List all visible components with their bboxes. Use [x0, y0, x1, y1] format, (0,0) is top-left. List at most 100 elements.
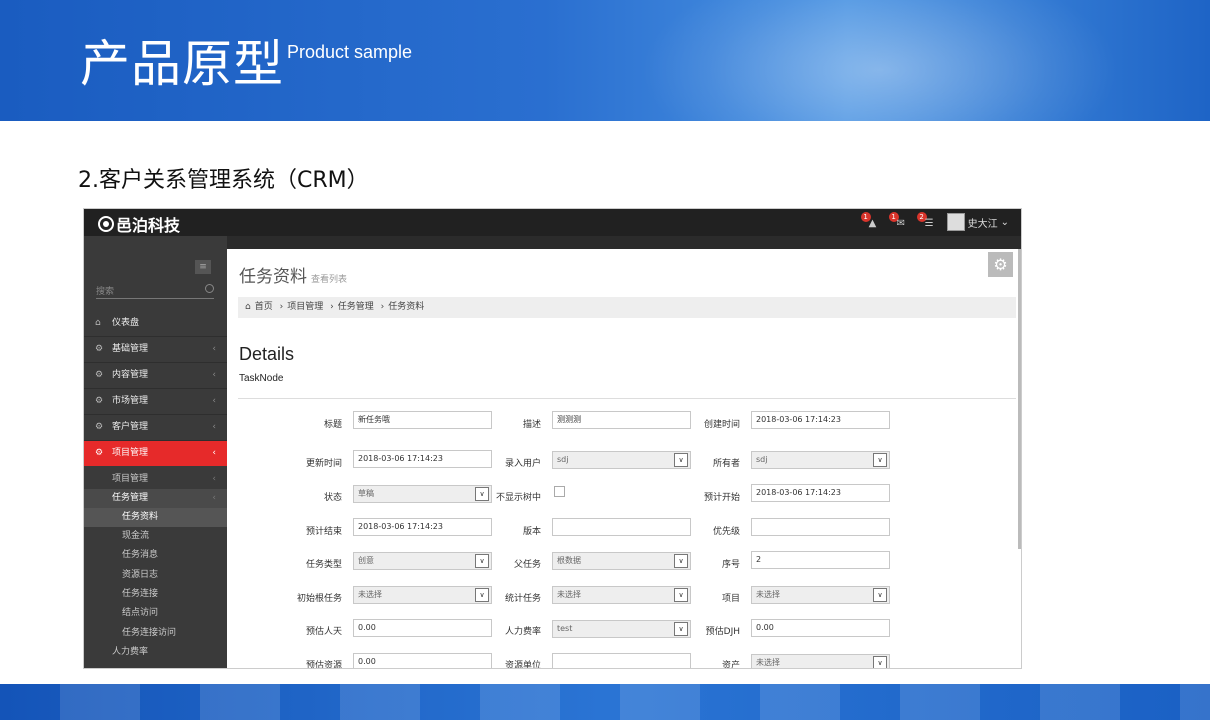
sidebar-item-project[interactable]: ⚙ 项目管理 ‹ — [84, 440, 227, 466]
task-type-label: 任务类型 — [305, 560, 342, 570]
sidebar-subitem-label: 现金流 — [122, 531, 150, 541]
warning-icon: ▲ — [868, 218, 877, 229]
hide-in-tree-checkbox[interactable] — [554, 486, 565, 497]
brand-logo[interactable]: 邑泊科技 — [98, 212, 180, 236]
sidebar-item-label: 基础管理 — [112, 344, 149, 354]
stat-task-label: 统计任务 — [504, 594, 541, 604]
hide-in-tree-label: 不显示树中 — [495, 493, 541, 503]
sidebar-subitem-label: 任务消息 — [122, 550, 159, 560]
cogs-icon: ⚙ — [95, 344, 104, 354]
sidebar-subitem-task-link[interactable]: 任务连接 — [84, 585, 227, 604]
chevron-down-icon: ∨ — [873, 588, 887, 602]
chevron-down-icon: ⌄ — [1000, 216, 1009, 228]
sidebar-item-label: 内容管理 — [112, 370, 149, 380]
sidebar-subitem-label: 任务连接访问 — [122, 628, 177, 638]
initial-root-task-value: 未选择 — [358, 590, 382, 599]
status-label: 状态 — [323, 493, 342, 503]
page-subtitle: 查看列表 — [311, 275, 348, 285]
sidebar-search-input[interactable]: 搜索 — [96, 284, 214, 299]
updated-time-label: 更新时间 — [305, 459, 342, 469]
sidebar-subitem-task-message[interactable]: 任务消息 — [84, 546, 227, 565]
project-label: 项目 — [721, 594, 740, 604]
envelope-icon: ✉ — [896, 218, 905, 229]
chevron-left-icon: ‹ — [212, 370, 216, 380]
task-type-value: 创意 — [358, 556, 374, 565]
sequence-label: 序号 — [721, 560, 740, 570]
chevron-left-icon: ‹ — [212, 474, 216, 484]
section-heading: 2.客户关系管理系统（CRM） — [78, 168, 369, 193]
stat-task-value: 未选择 — [557, 590, 581, 599]
project-select[interactable]: 未选择 ∨ — [751, 586, 890, 604]
alert-notification[interactable]: 1 ▲ — [860, 212, 881, 230]
chevron-down-icon: ∨ — [873, 453, 887, 467]
message-notification[interactable]: 1 ✉ — [888, 212, 909, 230]
asset-value: 未选择 — [756, 658, 780, 667]
sidebar-item-label: 客户管理 — [112, 422, 149, 432]
sidebar-subitem-project-manage[interactable]: 项目管理 ‹ — [84, 470, 227, 489]
map-decoration — [640, 0, 1120, 121]
sidebar-item-market[interactable]: ⚙ 市场管理 ‹ — [84, 388, 227, 414]
sidebar-item-customer[interactable]: ⚙ 客户管理 ‹ — [84, 414, 227, 440]
user-name: 史大江 — [967, 218, 998, 230]
asset-label: 资产 — [721, 661, 740, 669]
scrollbar[interactable] — [1018, 249, 1021, 549]
search-placeholder: 搜索 — [96, 287, 115, 297]
sidebar: ≡ 搜索 ⌂ 仪表盘 ⚙ 基础管理 ‹ ⚙ 内容管理 ‹ ⚙ 市场管理 ‹ ⚙ … — [84, 236, 227, 668]
plan-start-label: 预计开始 — [703, 493, 740, 503]
chevron-right-icon: › — [380, 302, 385, 312]
dashboard-icon: ⌂ — [95, 318, 101, 328]
task-notification[interactable]: 2 ☰ — [916, 212, 937, 230]
sidebar-subitem-label: 资源日志 — [122, 570, 159, 580]
parent-task-value: 根数据 — [557, 556, 581, 565]
parent-task-label: 父任务 — [513, 560, 541, 570]
est-djh-label: 预估DJH — [705, 627, 740, 637]
gear-icon: ⚙ — [993, 255, 1008, 274]
slide-footer — [0, 684, 1210, 720]
owner-label: 所有者 — [712, 459, 740, 469]
initial-root-task-label: 初始根任务 — [296, 594, 342, 604]
sidebar-subitem-task-data[interactable]: 任务资料 — [84, 508, 227, 527]
owner-value: sdj — [756, 455, 768, 464]
est-days-label: 预估人天 — [305, 627, 342, 637]
sequence-field[interactable]: 2 — [751, 551, 890, 569]
breadcrumb-home[interactable]: 首页 — [255, 302, 273, 312]
created-time-label: 创建时间 — [703, 420, 740, 430]
sidebar-item-content[interactable]: ⚙ 内容管理 ‹ — [84, 362, 227, 388]
owner-select[interactable]: sdj ∨ — [751, 451, 890, 469]
sidebar-subitem-node-access[interactable]: 结点访问 — [84, 604, 227, 623]
status-value: 草稿 — [358, 489, 374, 498]
breadcrumb: ⌂ 首页 › 项目管理 › 任务管理 › 任务资料 — [238, 297, 1016, 318]
sidebar-subitem-cashflow[interactable]: 现金流 — [84, 527, 227, 546]
created-time-field[interactable]: 2018-03-06 17:14:23 — [751, 411, 890, 429]
sidebar-toggle-button[interactable]: ≡ — [195, 260, 211, 274]
sidebar-subitem-resource-log[interactable]: 资源日志 — [84, 566, 227, 585]
asset-select[interactable]: 未选择 ∨ — [751, 654, 890, 668]
chevron-left-icon: ‹ — [212, 493, 216, 503]
details-title: Details — [239, 344, 295, 364]
breadcrumb-project-manage[interactable]: 项目管理 — [287, 302, 323, 312]
labor-rate-value: test — [557, 624, 573, 633]
sidebar-subitem-task-manage[interactable]: 任务管理 ‹ — [84, 489, 227, 508]
search-icon[interactable] — [205, 284, 214, 293]
sidebar-item-dashboard[interactable]: ⌂ 仪表盘 — [84, 311, 227, 336]
slide-header: 产品原型 Product sample — [0, 0, 1210, 121]
sidebar-subitem-labor-rate[interactable]: 人力费率 — [84, 643, 227, 662]
plan-start-field[interactable]: 2018-03-06 17:14:23 — [751, 484, 890, 502]
sidebar-subitem-task-link-access[interactable]: 任务连接访问 — [84, 624, 227, 643]
logo-icon — [98, 216, 114, 232]
resource-unit-label: 资源单位 — [504, 661, 541, 669]
sub-navbar — [227, 236, 1021, 249]
cogs-icon: ⚙ — [95, 448, 104, 458]
priority-field[interactable] — [751, 518, 890, 536]
chevron-left-icon: ‹ — [212, 344, 216, 354]
sidebar-subitem-label: 任务连接 — [122, 589, 159, 599]
sidebar-subitem-label: 任务资料 — [122, 512, 159, 522]
est-resource-label: 预估资源 — [305, 661, 342, 669]
plan-end-label: 预计结束 — [305, 527, 342, 537]
breadcrumb-task-manage[interactable]: 任务管理 — [338, 302, 374, 312]
est-djh-field[interactable]: 0.00 — [751, 619, 890, 637]
user-menu[interactable]: 史大江 ⌄ — [946, 213, 1009, 231]
settings-button[interactable]: ⚙ — [988, 252, 1013, 277]
sidebar-item-basic[interactable]: ⚙ 基础管理 ‹ — [84, 336, 227, 362]
chevron-right-icon: › — [330, 302, 334, 312]
